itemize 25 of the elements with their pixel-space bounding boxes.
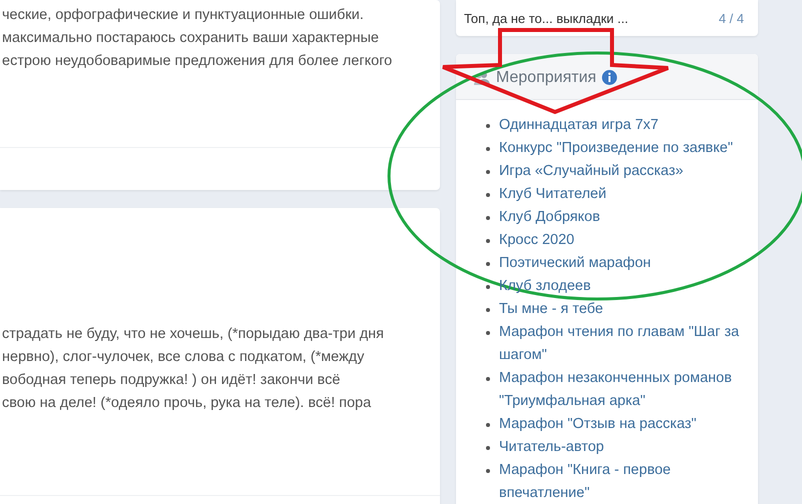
- event-link[interactable]: Одиннадцатая игра 7x7: [499, 114, 658, 137]
- topic-link[interactable]: Топ, да не то... выкладки ...: [464, 11, 628, 26]
- event-link[interactable]: Игра «Случайный рассказ»: [499, 160, 684, 183]
- event-link[interactable]: Конкурс "Произведение по заявке": [499, 137, 733, 160]
- post-text: нервно), слог-чулочек, все слова с подкатом, (*между: [1, 348, 366, 367]
- event-link[interactable]: Читатель-автор: [499, 436, 604, 459]
- event-link[interactable]: Марафон чтения по главам "Шаг за шагом": [499, 321, 748, 367]
- page-count: 4 / 4: [718, 11, 744, 26]
- event-link[interactable]: Клуб Читателей: [499, 183, 606, 206]
- people-icon: [474, 70, 490, 84]
- event-link[interactable]: Марафон незаконченных романов "Триумфальная арка": [499, 367, 748, 413]
- info-icon[interactable]: [602, 70, 618, 85]
- event-link[interactable]: Ты мне - я тебе: [499, 298, 604, 321]
- post-text: максимально постараюсь сохранить ваши характерные: [1, 29, 380, 48]
- post-text: вободная теперь подружка! ) он идёт! закончи всё: [1, 371, 342, 390]
- event-link[interactable]: Кросс 2020: [499, 229, 574, 252]
- post-text: естрою неудобоваримые предложения для более легкого: [1, 52, 394, 71]
- panel-title: Мероприятия: [496, 68, 596, 86]
- post-text: свою на деле! (*одеяло прочь, рука на теле). всё! пора: [1, 394, 372, 413]
- post-text: страдать не буду, что не хочешь, (*порыдаю два-три дня: [1, 325, 385, 344]
- event-link[interactable]: Марафон "Отзыв на рассказ": [499, 413, 696, 436]
- event-link[interactable]: Поэтический марафон: [499, 252, 651, 275]
- event-link[interactable]: Марафон "Книга - первое впечатление": [499, 459, 748, 504]
- post-text: ческие, орфографические и пунктуационные ошибки.: [1, 6, 365, 25]
- event-link[interactable]: Клуб Добряков: [499, 206, 600, 229]
